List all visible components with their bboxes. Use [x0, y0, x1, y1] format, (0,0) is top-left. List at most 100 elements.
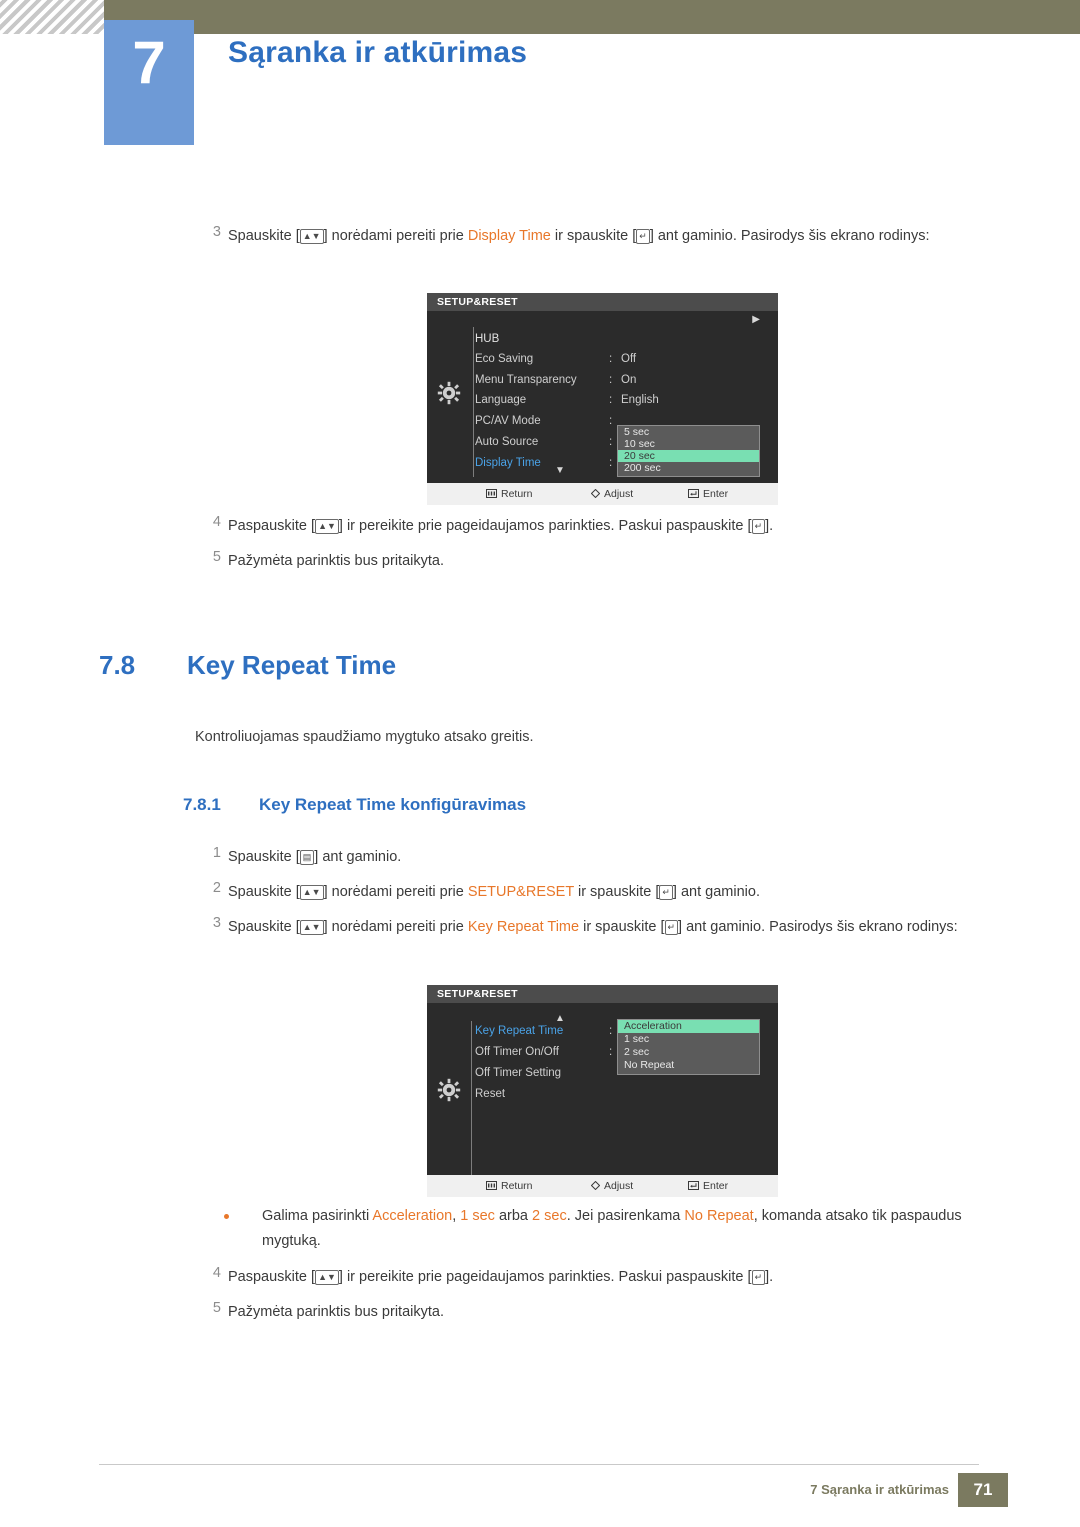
menu-key-icon — [486, 1176, 497, 1198]
step-text-part: ir spauskite [ — [579, 919, 665, 935]
osd-colon: : — [609, 415, 613, 427]
step-number: 2 — [212, 880, 221, 896]
step-text-select-option-2: Paspauskite [▲▼] ir pereikite prie pagei… — [228, 1265, 1018, 1290]
enter-key-icon: ↵ — [636, 229, 650, 244]
chapter-title: Sąranka ir atkūrimas — [228, 36, 528, 69]
chapter-number-box: 7 — [104, 20, 194, 145]
dropdown-option-1sec[interactable]: 1 sec — [618, 1033, 759, 1046]
step-text-part: ] ir pereikite prie pageidaujamos parink… — [338, 1269, 752, 1285]
option-acceleration: Acceleration — [372, 1208, 453, 1224]
osd-colon: : — [609, 353, 613, 365]
osd-right-arrow-icon: ▶ — [752, 314, 760, 325]
step-text-part: Spauskite [ — [228, 884, 300, 900]
osd-colon: : — [609, 374, 613, 386]
osd-colon: : — [609, 1046, 613, 1058]
osd-footer-adjust[interactable]: Adjust — [590, 1175, 634, 1198]
option-no-repeat: No Repeat — [684, 1208, 754, 1224]
step-text-part: ] norėdami pereiti prie — [323, 919, 468, 935]
osd-panel-display-time: SETUP&RESET ▶ HUB Eco Saving: Off Menu … — [427, 293, 778, 505]
osd-footer-return-label: Return — [501, 1180, 533, 1192]
up-down-key-icon: ▲▼ — [299, 885, 324, 900]
dropdown-option-5sec[interactable]: 5 sec — [618, 426, 759, 438]
osd-colon: : — [609, 394, 613, 406]
adjust-diamond-icon — [590, 1176, 601, 1198]
step-number: 1 — [212, 845, 221, 861]
osd-item-hub[interactable]: HUB — [475, 333, 499, 345]
dropdown-option-10sec[interactable]: 10 sec — [618, 438, 759, 450]
dropdown-option-acceleration[interactable]: Acceleration — [618, 1020, 759, 1033]
osd-item-auto-source[interactable]: Auto Source — [475, 436, 538, 448]
osd-footer: Return Adjust Enter — [427, 483, 778, 505]
osd-down-arrow-icon: ▼ — [555, 465, 565, 476]
osd-value-language: English — [621, 394, 659, 406]
osd-item-pc-av-mode[interactable]: PC/AV Mode — [475, 415, 541, 427]
enter-key-icon — [688, 484, 699, 506]
step-text-part: Paspauskite [ — [228, 518, 316, 534]
step-number: 3 — [212, 224, 221, 240]
osd-footer-adjust-label: Adjust — [604, 1180, 634, 1192]
step-text-part: ] ant gaminio. — [314, 849, 402, 865]
step-text-select-option-1: Paspauskite [▲▼] ir pereikite prie pagei… — [228, 514, 1018, 539]
header-hatch-decoration — [0, 0, 104, 34]
option-1sec: 1 sec — [460, 1208, 495, 1224]
osd-footer-return[interactable]: Return — [486, 483, 533, 506]
osd-item-display-time[interactable]: Display Time — [475, 457, 541, 469]
step-text-part: ]. — [765, 518, 774, 534]
step-number: 4 — [212, 514, 221, 530]
step-text-setup-reset: Spauskite [▲▼] norėdami pereiti prie SET… — [228, 880, 1018, 905]
dropdown-option-20sec[interactable]: 20 sec — [618, 450, 759, 462]
subsection-number: 7.8.1 — [183, 795, 221, 814]
osd-dropdown-display-time[interactable]: 5 sec 10 sec 20 sec 200 sec — [617, 425, 760, 477]
osd-item-eco-saving[interactable]: Eco Saving — [475, 353, 533, 365]
osd-item-off-timer-on-off[interactable]: Off Timer On/Off — [475, 1046, 559, 1058]
osd-dropdown-key-repeat-time[interactable]: Acceleration 1 sec 2 sec No Repeat — [617, 1019, 760, 1075]
osd-colon: : — [609, 1025, 613, 1037]
step-text-part: ] norėdami pereiti prie — [323, 228, 468, 244]
footer-chapter-label: 7 Sąranka ir atkūrimas — [810, 1482, 949, 1497]
osd-value-menu-transparency: On — [621, 374, 637, 386]
osd-item-reset[interactable]: Reset — [475, 1088, 505, 1100]
step-number: 5 — [212, 549, 221, 565]
section-heading: 7.8 Key Repeat Time — [99, 650, 396, 681]
osd-title: SETUP&RESET — [427, 293, 778, 311]
osd-footer-return[interactable]: Return — [486, 1175, 533, 1198]
step-text-part: ] norėdami pereiti prie — [323, 884, 468, 900]
step-text-part: ] ant gaminio. — [672, 884, 760, 900]
osd-footer-enter[interactable]: Enter — [688, 483, 728, 506]
menu-key-icon — [486, 484, 497, 506]
step-text-part: Spauskite [ — [228, 849, 300, 865]
up-down-key-icon: ▲▼ — [299, 920, 324, 935]
osd-footer-enter-label: Enter — [703, 488, 729, 500]
step-text-part: ] ant gaminio. Pasirodys šis ekrano rodi… — [678, 919, 958, 935]
osd-item-key-repeat-time[interactable]: Key Repeat Time — [475, 1025, 563, 1037]
dropdown-option-200sec[interactable]: 200 sec — [618, 462, 759, 474]
step-text-part: Spauskite [ — [228, 228, 300, 244]
adjust-diamond-icon — [590, 484, 601, 506]
osd-item-off-timer-setting[interactable]: Off Timer Setting — [475, 1067, 561, 1079]
dropdown-option-2sec[interactable]: 2 sec — [618, 1046, 759, 1059]
step-number: 3 — [212, 915, 221, 931]
note-text-options: Galima pasirinkti Acceleration, 1 sec ar… — [262, 1204, 1007, 1254]
osd-footer-adjust-label: Adjust — [604, 488, 634, 500]
step-text-applied-2: Pažymėta parinktis bus pritaikyta. — [228, 1304, 444, 1320]
note-part: Galima pasirinkti — [262, 1208, 373, 1224]
osd-footer-enter[interactable]: Enter — [688, 1175, 728, 1198]
dropdown-option-no-repeat[interactable]: No Repeat — [618, 1059, 759, 1072]
section-title: Key Repeat Time — [187, 650, 397, 680]
osd-item-menu-transparency[interactable]: Menu Transparency — [475, 374, 577, 386]
step-text-part: ir spauskite [ — [550, 228, 637, 244]
section-number: 7.8 — [99, 650, 136, 680]
up-down-key-icon: ▲▼ — [315, 519, 339, 534]
gear-icon — [437, 381, 461, 405]
osd-footer-return-label: Return — [501, 488, 533, 500]
osd-item-language[interactable]: Language — [475, 394, 526, 406]
osd-up-arrow-icon: ▲ — [555, 1013, 565, 1024]
osd-colon: : — [609, 457, 613, 469]
bullet-icon — [224, 1214, 229, 1219]
up-down-key-icon: ▲▼ — [299, 229, 324, 244]
footer-divider — [99, 1464, 979, 1465]
osd-panel-key-repeat-time: SETUP&RESET ▲ Key Repeat Time : Off Time… — [427, 985, 778, 1197]
setup-reset-label: SETUP&RESET — [467, 884, 574, 900]
osd-footer-adjust[interactable]: Adjust — [590, 483, 634, 506]
enter-key-icon — [688, 1176, 699, 1198]
